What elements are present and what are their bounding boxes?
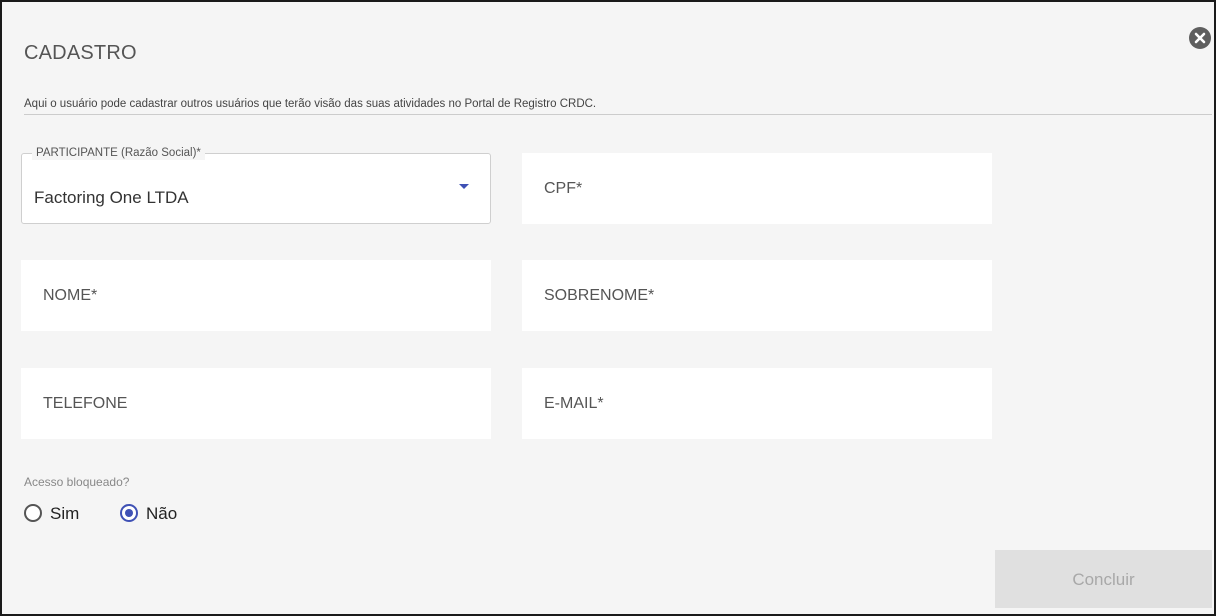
concluir-button[interactable]: Concluir <box>995 550 1212 608</box>
cpf-field[interactable]: CPF* <box>522 153 992 224</box>
email-field[interactable]: E-MAIL* <box>522 368 992 439</box>
cpf-placeholder: CPF* <box>544 179 583 197</box>
close-button[interactable] <box>1189 27 1211 49</box>
dialog-description: Aqui o usuário pode cadastrar outros usu… <box>24 98 597 110</box>
cadastro-dialog: CADASTRO Aqui o usuário pode cadastrar o… <box>0 0 1216 616</box>
header-divider <box>24 114 1212 115</box>
sobrenome-field[interactable]: SOBRENOME* <box>522 260 992 331</box>
radio-sim-circle[interactable] <box>24 504 42 522</box>
radio-nao-label: Não <box>146 504 178 523</box>
radio-nao-circle[interactable] <box>120 504 138 522</box>
dropdown-caret-icon[interactable] <box>459 184 469 189</box>
telefone-field[interactable]: TELEFONE <box>21 368 491 439</box>
telefone-placeholder: TELEFONE <box>43 394 128 412</box>
email-placeholder: E-MAIL* <box>544 394 604 412</box>
sobrenome-placeholder: SOBRENOME* <box>544 286 655 304</box>
participante-value: Factoring One LTDA <box>34 188 189 207</box>
dialog-title: CADASTRO <box>24 42 137 64</box>
nome-placeholder: NOME* <box>43 286 98 304</box>
nome-field[interactable]: NOME* <box>21 260 491 331</box>
radio-sim-label: Sim <box>50 504 80 523</box>
acesso-bloqueado-label: Acesso bloqueado? <box>24 475 130 489</box>
close-icon <box>1194 32 1206 44</box>
participante-select[interactable]: PARTICIPANTE (Razão Social)* Factoring O… <box>21 146 491 224</box>
participante-label: PARTICIPANTE (Razão Social)* <box>32 146 205 160</box>
